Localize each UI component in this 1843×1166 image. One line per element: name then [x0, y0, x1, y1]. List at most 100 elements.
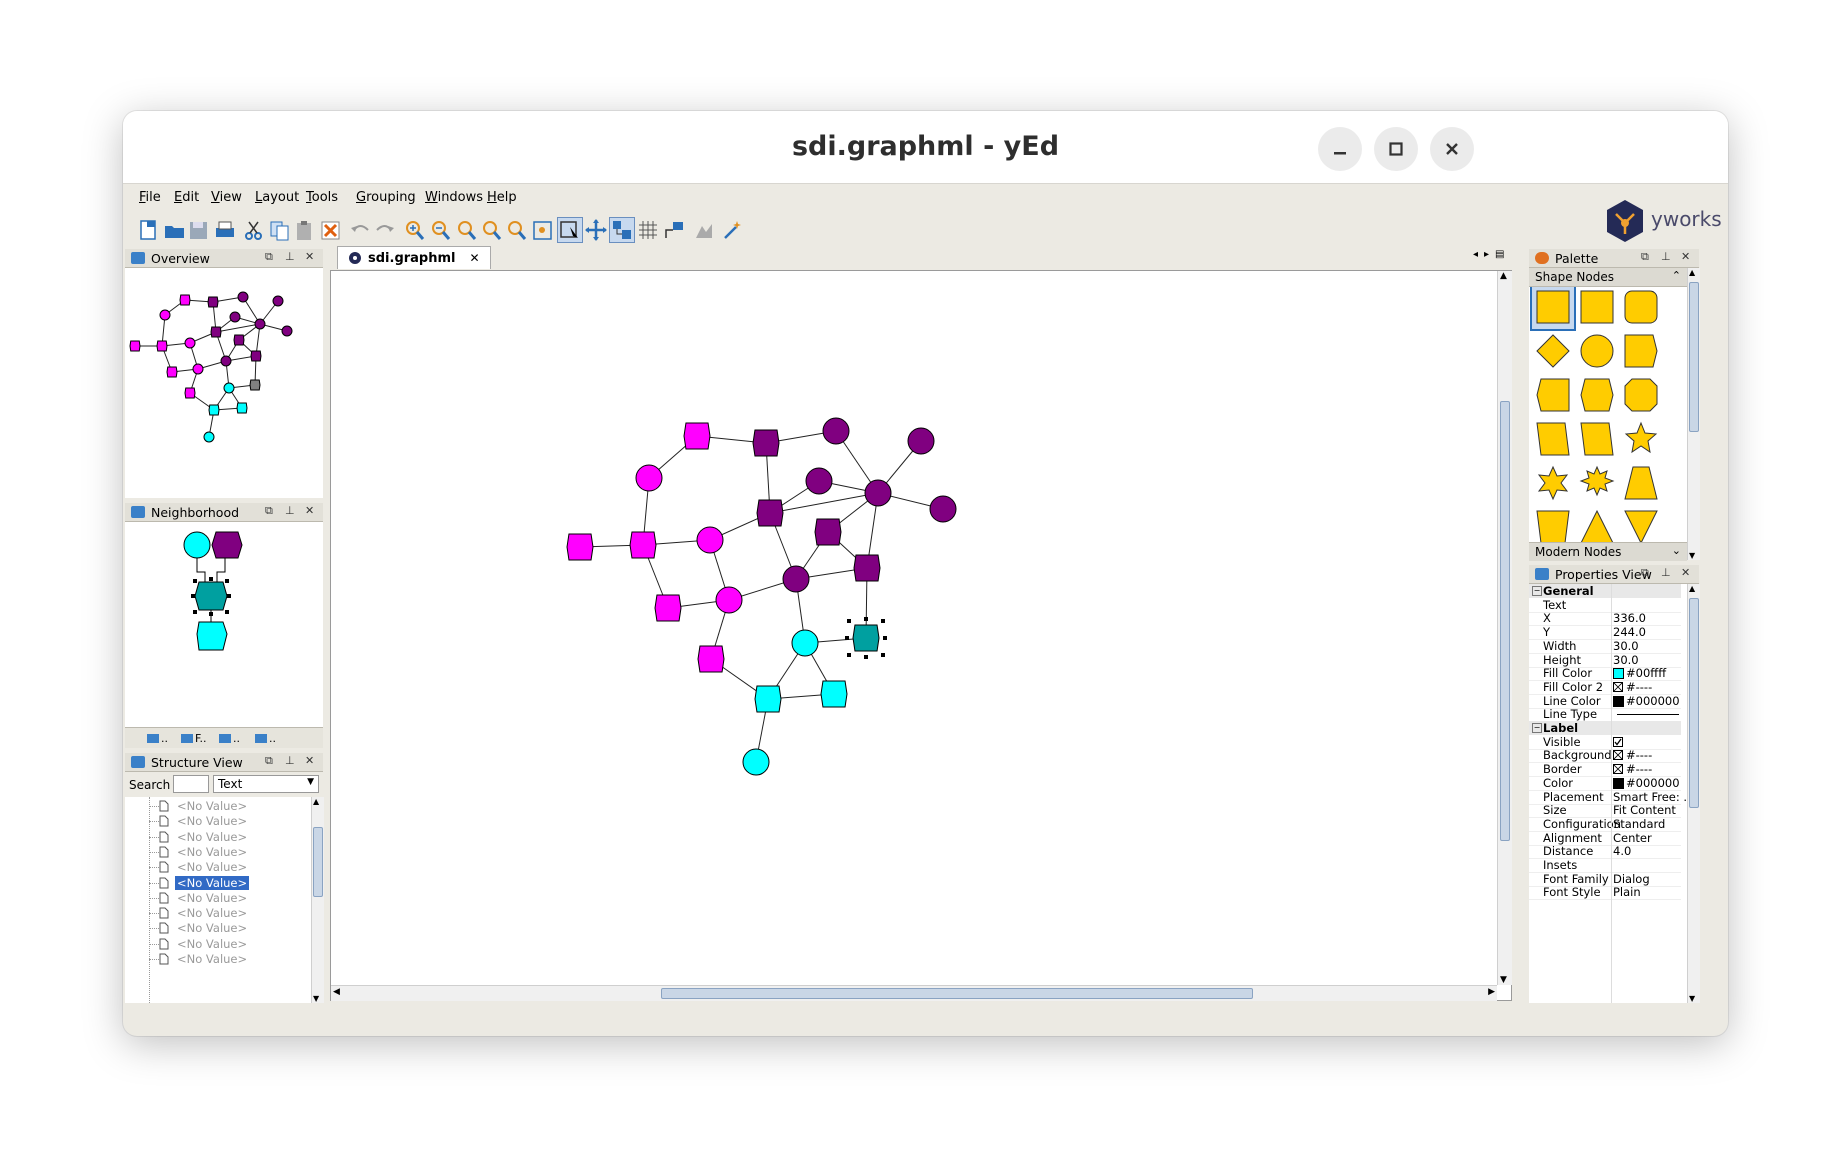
neighborhood-tab[interactable]: ..	[255, 730, 276, 746]
menu-windows[interactable]: Windows	[425, 190, 483, 205]
canvas-horizontal-scrollbar[interactable]: ◀ ▶	[331, 985, 1497, 1001]
zoom-in-button[interactable]	[401, 217, 427, 243]
tree-item[interactable]: <No Value>	[125, 830, 311, 845]
palette-rectangle-shape[interactable]	[1536, 290, 1570, 324]
overview-node[interactable]	[179, 294, 191, 306]
scroll-up-icon[interactable]: ▲	[1689, 584, 1695, 593]
menu-edit[interactable]: Edit	[174, 190, 199, 205]
tree-item[interactable]: <No Value>	[125, 860, 311, 875]
grid-button[interactable]	[635, 217, 661, 243]
search-input[interactable]	[173, 775, 209, 793]
palette-star6-shape[interactable]	[1537, 465, 1569, 501]
graph-node[interactable]	[907, 427, 935, 455]
overview-node[interactable]	[207, 296, 219, 308]
graph-edge[interactable]	[215, 323, 261, 333]
tree-item[interactable]: <No Value>	[125, 952, 311, 967]
graph-node[interactable]	[805, 467, 833, 495]
property-row[interactable]: Font Style Plain	[1529, 885, 1681, 901]
graph-node[interactable]	[752, 429, 780, 457]
fit-content-button[interactable]	[529, 217, 555, 243]
menu-file[interactable]: File	[139, 190, 161, 205]
property-section[interactable]: − Label	[1529, 721, 1681, 735]
overview-node[interactable]	[208, 404, 220, 416]
canvas-vertical-scrollbar[interactable]: ▲ ▼	[1497, 271, 1512, 985]
palette-octagon-shape[interactable]	[1624, 378, 1658, 412]
neighborhood-tab[interactable]: ..	[147, 730, 168, 746]
scroll-up-icon[interactable]: ▲	[1500, 271, 1507, 281]
overview-node[interactable]	[166, 366, 178, 378]
close-button[interactable]	[1430, 127, 1474, 171]
overview-node[interactable]	[229, 311, 241, 323]
float-icon[interactable]: ⧉	[1641, 250, 1649, 264]
structure-tree[interactable]: <No Value> <No Value> <No Value> <No Value>…	[125, 797, 311, 1003]
overview-node[interactable]	[250, 350, 262, 362]
collapse-section-icon[interactable]: −	[1532, 723, 1542, 733]
palette-rectangle-flat-shape[interactable]	[1580, 290, 1614, 324]
menu-grouping[interactable]: Grouping	[356, 190, 416, 205]
selected-node[interactable]	[852, 624, 880, 652]
zoom-area-button[interactable]	[503, 217, 529, 243]
checkbox-checked-icon[interactable]	[1613, 736, 1623, 747]
palette-rounded-rectangle-shape[interactable]	[1624, 290, 1658, 324]
scroll-thumb[interactable]	[313, 827, 323, 897]
print-button[interactable]	[211, 217, 237, 243]
overview-node[interactable]	[233, 334, 245, 346]
palette-star8-shape[interactable]	[1579, 465, 1615, 497]
tree-item[interactable]: <No Value>	[125, 891, 311, 906]
overview-node[interactable]	[249, 379, 261, 391]
layout-button[interactable]	[691, 217, 717, 243]
paste-button[interactable]	[291, 217, 317, 243]
palette-section-shape-nodes[interactable]: Shape Nodes ⌃	[1529, 268, 1687, 287]
overview-node[interactable]	[223, 382, 235, 394]
graph-node[interactable]	[791, 629, 819, 657]
structure-scrollbar[interactable]: ▲ ▼	[311, 797, 324, 1003]
graph-canvas[interactable]	[330, 270, 1512, 1001]
menu-help[interactable]: Help	[487, 190, 517, 205]
overview-node[interactable]	[237, 291, 249, 303]
palette-card-shape[interactable]	[1536, 378, 1570, 412]
menu-view[interactable]: View	[211, 190, 242, 205]
graph-node[interactable]	[683, 422, 711, 450]
overview-node[interactable]	[236, 402, 248, 414]
scroll-right-icon[interactable]: ▶	[1488, 987, 1495, 997]
overview-node[interactable]	[159, 309, 171, 321]
pin-icon[interactable]: ⊥	[285, 754, 295, 767]
snap-button[interactable]	[609, 217, 635, 243]
palette-section-modern-nodes[interactable]: Modern Nodes ⌄	[1529, 542, 1687, 561]
palette-triangle-shape[interactable]	[1580, 509, 1614, 544]
scroll-down-icon[interactable]: ▼	[1689, 551, 1695, 560]
pin-icon[interactable]: ⊥	[1661, 566, 1671, 579]
close-panel-icon[interactable]: ✕	[1681, 250, 1690, 263]
maximize-button[interactable]	[1374, 127, 1418, 171]
new-document-button[interactable]	[135, 217, 161, 243]
search-mode-select[interactable]: Text ▼	[213, 775, 319, 793]
neighborhood-tab[interactable]: ..	[219, 730, 240, 746]
float-icon[interactable]: ⧉	[1641, 566, 1649, 580]
save-button[interactable]	[185, 217, 211, 243]
close-tab-icon[interactable]: ✕	[470, 251, 480, 265]
scroll-thumb[interactable]	[1500, 401, 1510, 841]
redo-button[interactable]	[371, 217, 397, 243]
collapse-section-icon[interactable]: −	[1532, 586, 1542, 596]
graph-node[interactable]	[715, 586, 743, 614]
float-icon[interactable]: ⧉	[265, 754, 273, 768]
pin-icon[interactable]: ⊥	[1661, 250, 1671, 263]
properties-table[interactable]: − General Text X 336.0 Y 244.0 Width 30.0 Height 3…	[1529, 584, 1687, 1003]
close-panel-icon[interactable]: ✕	[305, 504, 314, 517]
overview-node[interactable]	[220, 355, 232, 367]
palette-trapezoid-shape[interactable]	[1536, 422, 1570, 456]
graph-node[interactable]	[822, 417, 850, 445]
graph-node[interactable]	[635, 464, 663, 492]
property-section[interactable]: − General	[1529, 584, 1681, 598]
close-panel-icon[interactable]: ✕	[305, 754, 314, 767]
neighborhood-tab[interactable]: F..	[181, 730, 207, 746]
overview-node[interactable]	[210, 326, 222, 338]
zoom-selection-button[interactable]	[478, 217, 504, 243]
graph-node[interactable]	[754, 685, 782, 713]
menu-tools[interactable]: Tools	[306, 190, 338, 205]
overview-panel[interactable]	[125, 268, 323, 498]
overview-node[interactable]	[203, 431, 215, 443]
minimize-button[interactable]	[1318, 127, 1362, 171]
zoom-original-button[interactable]	[453, 217, 479, 243]
graph-node[interactable]	[697, 645, 725, 673]
